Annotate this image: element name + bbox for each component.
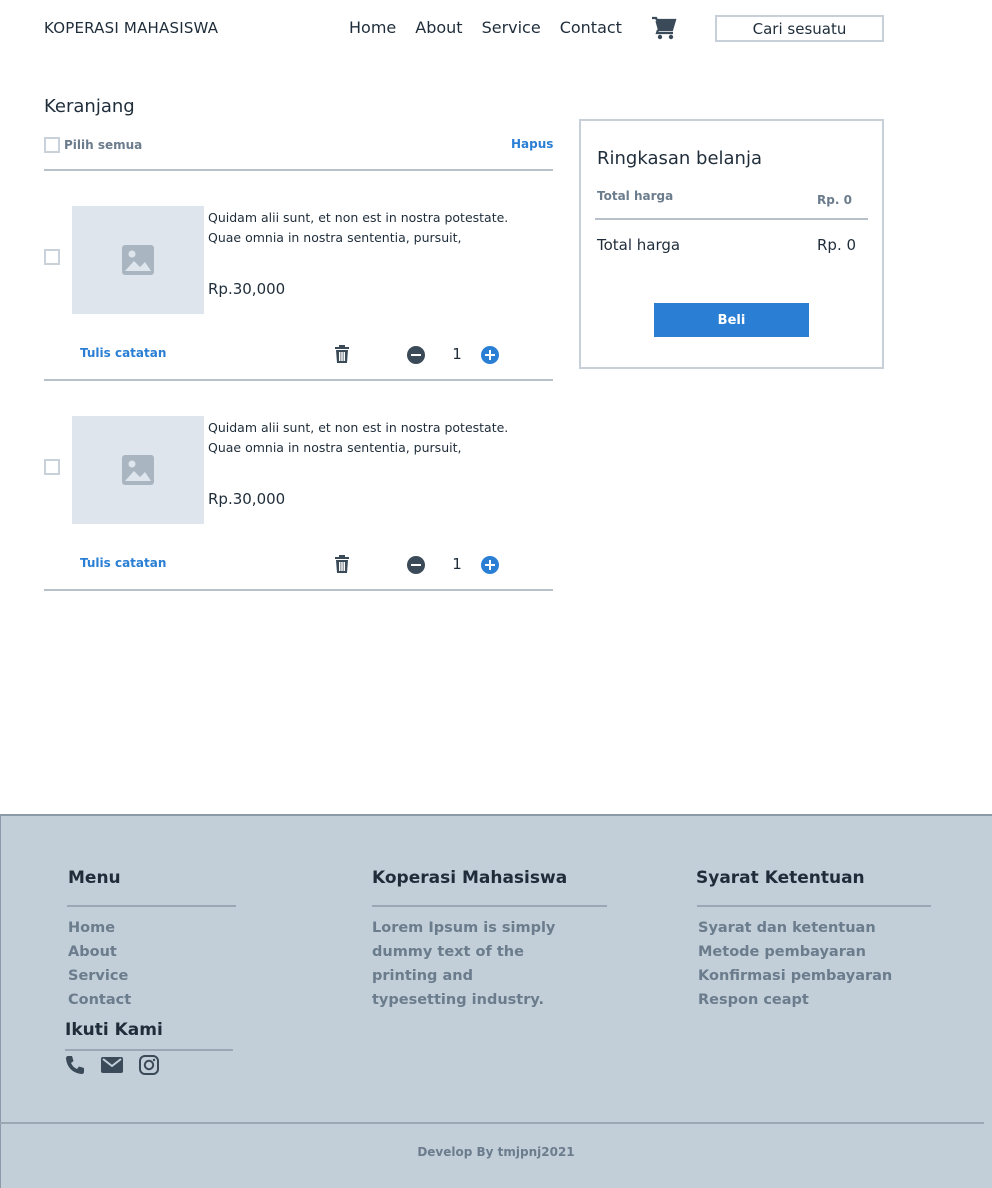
- total-value: Rp. 0: [817, 236, 857, 254]
- instagram-icon[interactable]: [138, 1054, 160, 1076]
- footer-link-payment-confirmation[interactable]: Konfirmasi pembayaran: [698, 964, 892, 988]
- nav-home[interactable]: Home: [349, 18, 396, 37]
- cart-title: Keranjang: [44, 96, 135, 117]
- product-description: Quidam alii sunt, et non est in nostra p…: [208, 210, 509, 245]
- main-nav: Home About Service Contact: [349, 18, 641, 37]
- cart-item: Quidam alii sunt, et non est in nostra p…: [44, 416, 553, 626]
- footer-about-rule: [372, 905, 607, 907]
- select-all[interactable]: Pilih semua: [44, 137, 142, 153]
- footer-about-title: Koperasi Mahasiswa: [372, 868, 568, 888]
- nav-about[interactable]: About: [415, 18, 462, 37]
- footer-terms-rule: [697, 905, 931, 907]
- total-label: Total harga: [597, 236, 681, 254]
- write-note-link[interactable]: Tulis catatan: [80, 556, 166, 570]
- shopping-cart-icon[interactable]: [651, 16, 677, 40]
- subtotal-value: Rp. 0: [817, 193, 852, 207]
- trash-icon[interactable]: [332, 344, 352, 364]
- footer-follow-rule: [65, 1049, 233, 1051]
- product-image: [72, 416, 204, 524]
- brand-title: KOPERASI MAHASISWA: [44, 19, 219, 37]
- footer-link-service[interactable]: Service: [68, 964, 128, 988]
- footer-terms-title: Syarat Ketentuan: [696, 868, 865, 888]
- delete-selected-button[interactable]: Hapus: [511, 137, 553, 151]
- trash-icon[interactable]: [332, 554, 352, 574]
- subtotal-label: Total harga: [597, 189, 674, 203]
- nav-contact[interactable]: Contact: [560, 18, 622, 37]
- summary-divider: [595, 218, 868, 220]
- summary-title: Ringkasan belanja: [597, 148, 762, 169]
- phone-icon[interactable]: [64, 1054, 86, 1076]
- select-all-checkbox[interactable]: [44, 137, 60, 153]
- item-checkbox[interactable]: [44, 249, 60, 265]
- search-input[interactable]: [715, 15, 884, 42]
- increase-quantity-icon[interactable]: [481, 556, 499, 574]
- footer-follow-title: Ikuti Kami: [65, 1020, 163, 1040]
- decrease-quantity-icon[interactable]: [407, 346, 425, 364]
- quantity-value: 1: [452, 555, 462, 573]
- footer-credit: Develop By tmjpnj2021: [417, 1145, 575, 1159]
- image-placeholder-icon: [122, 245, 154, 275]
- mail-icon[interactable]: [101, 1054, 123, 1076]
- item-divider: [44, 589, 553, 591]
- footer-link-terms[interactable]: Syarat dan ketentuan: [698, 916, 876, 940]
- product-description: Quidam alii sunt, et non est in nostra p…: [208, 420, 509, 455]
- nav-service[interactable]: Service: [482, 18, 541, 37]
- product-price: Rp.30,000: [208, 280, 286, 298]
- image-placeholder-icon: [122, 455, 154, 485]
- increase-quantity-icon[interactable]: [481, 346, 499, 364]
- footer-menu-rule: [67, 905, 236, 907]
- footer-about-text: Lorem Ipsum is simply dummy text of the …: [372, 920, 556, 1008]
- quantity-value: 1: [452, 345, 462, 363]
- footer-bottom-rule: [0, 1122, 984, 1124]
- footer-link-about[interactable]: About: [68, 940, 117, 964]
- footer-link-contact[interactable]: Contact: [68, 988, 131, 1012]
- footer-menu-title: Menu: [68, 868, 121, 888]
- write-note-link[interactable]: Tulis catatan: [80, 346, 166, 360]
- item-checkbox[interactable]: [44, 459, 60, 475]
- select-all-label: Pilih semua: [64, 138, 143, 152]
- product-price: Rp.30,000: [208, 490, 286, 508]
- item-divider: [44, 379, 553, 381]
- footer-link-payment-method[interactable]: Metode pembayaran: [698, 940, 866, 964]
- cart-item: Quidam alii sunt, et non est in nostra p…: [44, 206, 553, 416]
- footer-link-fast-response[interactable]: Respon ceapt: [698, 988, 809, 1012]
- shopping-summary: Ringkasan belanja Total harga Rp. 0 Tota…: [579, 119, 884, 369]
- product-image: [72, 206, 204, 314]
- cart-header-divider: [44, 169, 553, 171]
- decrease-quantity-icon[interactable]: [407, 556, 425, 574]
- footer-link-home[interactable]: Home: [68, 916, 115, 940]
- buy-button[interactable]: Beli: [654, 303, 809, 337]
